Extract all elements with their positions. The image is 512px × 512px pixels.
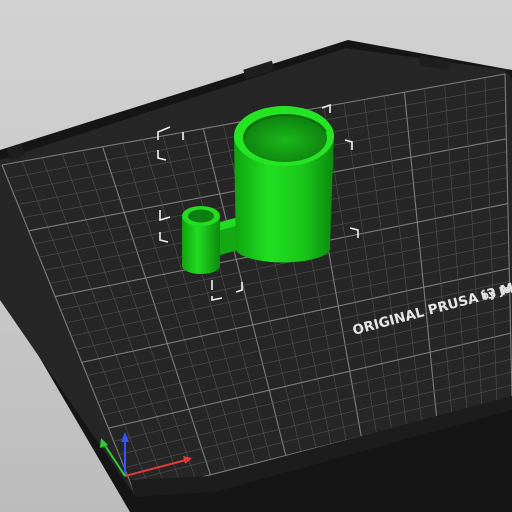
3d-viewport[interactable]: ORIGINAL PRUSA i3 M by Jo bbox=[0, 0, 512, 512]
large-cylinder-cup bbox=[234, 106, 334, 263]
print-bed[interactable]: ORIGINAL PRUSA i3 M by Jo bbox=[0, 40, 512, 512]
scene: ORIGINAL PRUSA i3 M by Jo bbox=[0, 40, 512, 512]
small-cylinder-holder bbox=[182, 206, 220, 274]
